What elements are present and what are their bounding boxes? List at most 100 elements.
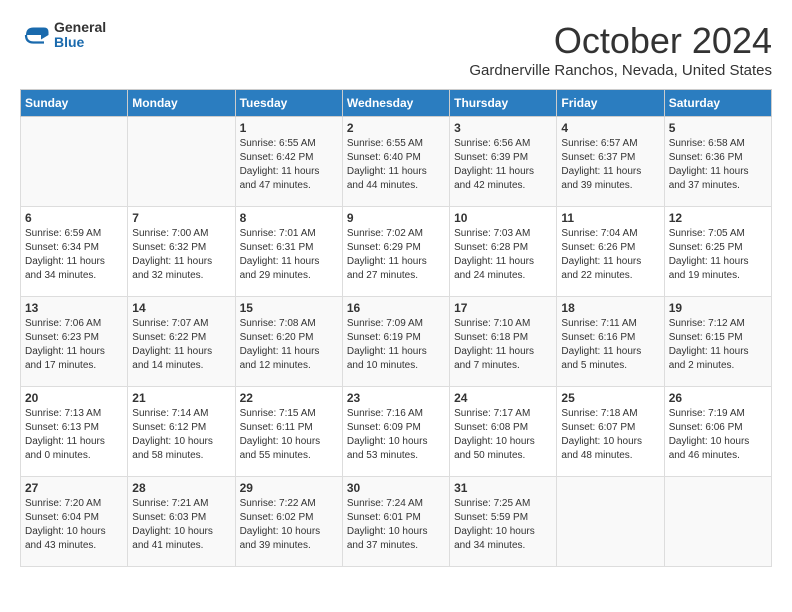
calendar-week-row: 20 Sunrise: 7:13 AM Sunset: 6:13 PM Dayli… (21, 387, 772, 477)
calendar-week-row: 27Sunrise: 7:20 AM Sunset: 6:04 PM Dayli… (21, 477, 772, 567)
day-number: 26 (669, 391, 767, 405)
day-number: 15 (240, 301, 338, 315)
day-number: 20 (25, 391, 123, 405)
day-number: 3 (454, 121, 552, 135)
weekday-header: Tuesday (235, 90, 342, 117)
day-info: Sunrise: 7:12 AM Sunset: 6:15 PM Dayligh… (669, 317, 767, 373)
day-number: 27 (25, 481, 123, 495)
header-row: SundayMondayTuesdayWednesdayThursdayFrid… (21, 90, 772, 117)
calendar-cell (128, 117, 235, 207)
month-title: October 2024 (469, 20, 772, 62)
calendar-cell: 11Sunrise: 7:04 AM Sunset: 6:26 PM Dayli… (557, 207, 664, 297)
calendar-cell: 8Sunrise: 7:01 AM Sunset: 6:31 PM Daylig… (235, 207, 342, 297)
location-subtitle: Gardnerville Ranchos, Nevada, United Sta… (469, 62, 772, 79)
day-info: Sunrise: 7:14 AM Sunset: 6:12 PM Dayligh… (132, 407, 230, 463)
calendar-cell: 21Sunrise: 7:14 AM Sunset: 6:12 PM Dayli… (128, 387, 235, 477)
day-number: 9 (347, 211, 445, 225)
day-number: 22 (240, 391, 338, 405)
day-info: Sunrise: 7:00 AM Sunset: 6:32 PM Dayligh… (132, 227, 230, 283)
day-info: Sunrise: 7:02 AM Sunset: 6:29 PM Dayligh… (347, 227, 445, 283)
calendar-cell: 4 Sunrise: 6:57 AM Sunset: 6:37 PM Daylig… (557, 117, 664, 207)
calendar-cell: 17 Sunrise: 7:10 AM Sunset: 6:18 PM Dayli… (450, 297, 557, 387)
day-info: Sunrise: 7:21 AM Sunset: 6:03 PM Dayligh… (132, 497, 230, 553)
day-number: 31 (454, 481, 552, 495)
day-info: Sunrise: 7:18 AM Sunset: 6:07 PM Dayligh… (561, 407, 659, 463)
day-info: Sunrise: 7:01 AM Sunset: 6:31 PM Dayligh… (240, 227, 338, 283)
weekday-header: Wednesday (342, 90, 449, 117)
day-number: 6 (25, 211, 123, 225)
weekday-header: Sunday (21, 90, 128, 117)
calendar-cell: 12 Sunrise: 7:05 AM Sunset: 6:25 PM Dayli… (664, 207, 771, 297)
day-info: Sunrise: 6:56 AM Sunset: 6:39 PM Dayligh… (454, 137, 552, 193)
calendar-week-row: 13 Sunrise: 7:06 AM Sunset: 6:23 PM Dayli… (21, 297, 772, 387)
day-info: Sunrise: 7:07 AM Sunset: 6:22 PM Dayligh… (132, 317, 230, 373)
calendar-cell: 9 Sunrise: 7:02 AM Sunset: 6:29 PM Daylig… (342, 207, 449, 297)
page-header: General Blue October 2024 Gardnerville R… (20, 20, 772, 79)
day-number: 19 (669, 301, 767, 315)
day-info: Sunrise: 7:11 AM Sunset: 6:16 PM Dayligh… (561, 317, 659, 373)
calendar-table: SundayMondayTuesdayWednesdayThursdayFrid… (20, 89, 772, 567)
weekday-header: Saturday (664, 90, 771, 117)
logo: General Blue (20, 20, 106, 51)
day-number: 14 (132, 301, 230, 315)
day-number: 18 (561, 301, 659, 315)
title-block: October 2024 Gardnerville Ranchos, Nevad… (469, 20, 772, 79)
calendar-cell: 1Sunrise: 6:55 AM Sunset: 6:42 PM Daylig… (235, 117, 342, 207)
day-info: Sunrise: 7:22 AM Sunset: 6:02 PM Dayligh… (240, 497, 338, 553)
day-info: Sunrise: 7:08 AM Sunset: 6:20 PM Dayligh… (240, 317, 338, 373)
day-number: 11 (561, 211, 659, 225)
calendar-cell: 16 Sunrise: 7:09 AM Sunset: 6:19 PM Dayli… (342, 297, 449, 387)
calendar-cell (664, 477, 771, 567)
calendar-cell: 25 Sunrise: 7:18 AM Sunset: 6:07 PM Dayli… (557, 387, 664, 477)
calendar-week-row: 1Sunrise: 6:55 AM Sunset: 6:42 PM Daylig… (21, 117, 772, 207)
day-number: 5 (669, 121, 767, 135)
day-info: Sunrise: 6:59 AM Sunset: 6:34 PM Dayligh… (25, 227, 123, 283)
day-number: 24 (454, 391, 552, 405)
day-info: Sunrise: 7:10 AM Sunset: 6:18 PM Dayligh… (454, 317, 552, 373)
day-info: Sunrise: 6:58 AM Sunset: 6:36 PM Dayligh… (669, 137, 767, 193)
day-number: 23 (347, 391, 445, 405)
day-number: 29 (240, 481, 338, 495)
calendar-cell: 3 Sunrise: 6:56 AM Sunset: 6:39 PM Daylig… (450, 117, 557, 207)
day-info: Sunrise: 6:55 AM Sunset: 6:40 PM Dayligh… (347, 137, 445, 193)
calendar-cell (557, 477, 664, 567)
day-info: Sunrise: 7:24 AM Sunset: 6:01 PM Dayligh… (347, 497, 445, 553)
calendar-cell: 18 Sunrise: 7:11 AM Sunset: 6:16 PM Dayli… (557, 297, 664, 387)
calendar-week-row: 6 Sunrise: 6:59 AM Sunset: 6:34 PM Daylig… (21, 207, 772, 297)
day-info: Sunrise: 7:13 AM Sunset: 6:13 PM Dayligh… (25, 407, 123, 463)
day-number: 30 (347, 481, 445, 495)
day-number: 25 (561, 391, 659, 405)
calendar-cell: 13 Sunrise: 7:06 AM Sunset: 6:23 PM Dayli… (21, 297, 128, 387)
day-info: Sunrise: 7:05 AM Sunset: 6:25 PM Dayligh… (669, 227, 767, 283)
calendar-cell: 28 Sunrise: 7:21 AM Sunset: 6:03 PM Dayli… (128, 477, 235, 567)
day-number: 4 (561, 121, 659, 135)
day-info: Sunrise: 7:06 AM Sunset: 6:23 PM Dayligh… (25, 317, 123, 373)
weekday-header: Monday (128, 90, 235, 117)
day-info: Sunrise: 7:17 AM Sunset: 6:08 PM Dayligh… (454, 407, 552, 463)
calendar-cell: 27Sunrise: 7:20 AM Sunset: 6:04 PM Dayli… (21, 477, 128, 567)
calendar-cell (21, 117, 128, 207)
calendar-cell: 22Sunrise: 7:15 AM Sunset: 6:11 PM Dayli… (235, 387, 342, 477)
calendar-cell: 23 Sunrise: 7:16 AM Sunset: 6:09 PM Dayli… (342, 387, 449, 477)
calendar-cell: 14 Sunrise: 7:07 AM Sunset: 6:22 PM Dayli… (128, 297, 235, 387)
logo-text: General Blue (54, 20, 106, 51)
calendar-cell: 19 Sunrise: 7:12 AM Sunset: 6:15 PM Dayli… (664, 297, 771, 387)
day-number: 12 (669, 211, 767, 225)
day-number: 13 (25, 301, 123, 315)
day-number: 17 (454, 301, 552, 315)
day-info: Sunrise: 7:09 AM Sunset: 6:19 PM Dayligh… (347, 317, 445, 373)
day-info: Sunrise: 7:19 AM Sunset: 6:06 PM Dayligh… (669, 407, 767, 463)
day-number: 2 (347, 121, 445, 135)
calendar-cell: 30 Sunrise: 7:24 AM Sunset: 6:01 PM Dayli… (342, 477, 449, 567)
day-number: 28 (132, 481, 230, 495)
day-info: Sunrise: 6:57 AM Sunset: 6:37 PM Dayligh… (561, 137, 659, 193)
weekday-header: Thursday (450, 90, 557, 117)
day-number: 16 (347, 301, 445, 315)
day-info: Sunrise: 7:16 AM Sunset: 6:09 PM Dayligh… (347, 407, 445, 463)
calendar-cell: 24 Sunrise: 7:17 AM Sunset: 6:08 PM Dayli… (450, 387, 557, 477)
logo-blue: Blue (54, 34, 84, 50)
logo-icon (20, 20, 50, 50)
calendar-cell: 31Sunrise: 7:25 AM Sunset: 5:59 PM Dayli… (450, 477, 557, 567)
calendar-cell: 10Sunrise: 7:03 AM Sunset: 6:28 PM Dayli… (450, 207, 557, 297)
calendar-cell: 2 Sunrise: 6:55 AM Sunset: 6:40 PM Daylig… (342, 117, 449, 207)
